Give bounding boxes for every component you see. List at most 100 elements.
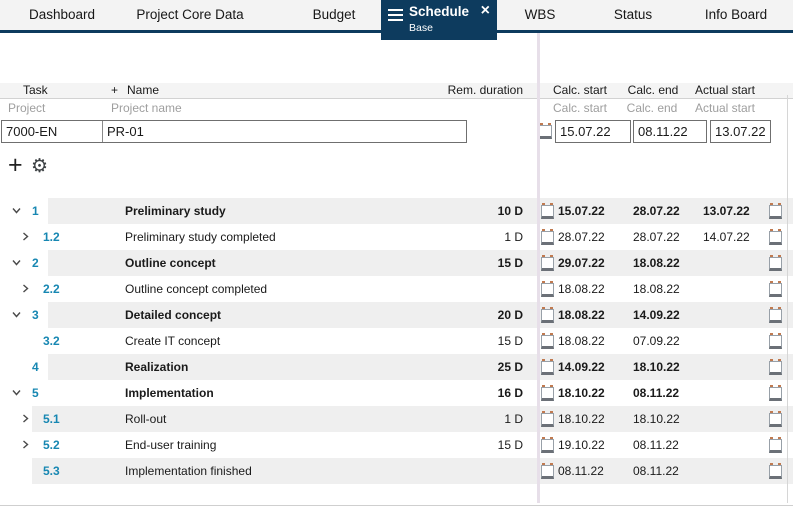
calendar-icon[interactable] [541, 281, 554, 297]
task-row[interactable]: 1 Preliminary study 10 D 15.07.22 28.07.22 13… [0, 198, 793, 224]
chevron-down-icon[interactable] [11, 205, 22, 217]
calendar-icon[interactable] [541, 359, 554, 375]
col-header-rem-duration[interactable]: Rem. duration [430, 83, 523, 98]
calc-start-date: 14.09.22 [558, 360, 605, 374]
task-row[interactable]: 5.1 Roll-out 1 D 18.10.22 18.10.22 [0, 406, 793, 432]
calendar-icon[interactable] [769, 437, 782, 453]
chevron-right-icon[interactable] [20, 439, 31, 451]
project-id-input[interactable] [2, 121, 103, 142]
task-name[interactable]: Preliminary study completed [125, 224, 276, 250]
task-name[interactable]: Realization [125, 354, 188, 380]
calendar-icon[interactable] [541, 463, 554, 479]
add-task-button[interactable]: + [8, 153, 23, 178]
calendar-icon[interactable] [769, 203, 782, 219]
task-row[interactable]: 3.2 Create IT concept 15 D 18.08.22 07.09.22 [0, 328, 793, 354]
calendar-icon[interactable] [769, 359, 782, 375]
col-header-actual-start[interactable]: Actual start [695, 83, 755, 98]
calendar-icon[interactable] [769, 333, 782, 349]
close-icon[interactable]: × [481, 3, 490, 19]
task-number[interactable]: 3 [32, 302, 39, 328]
calendar-icon[interactable] [541, 203, 554, 219]
task-row[interactable]: 5.3 Implementation finished 08.11.22 08.11.… [0, 458, 793, 484]
chevron-right-icon[interactable] [20, 413, 31, 425]
task-row[interactable]: 4 Realization 25 D 14.09.22 18.10.22 [0, 354, 793, 380]
task-name[interactable]: Create IT concept [125, 328, 220, 354]
tab-wbs[interactable]: WBS [525, 0, 556, 30]
calendar-icon[interactable] [769, 385, 782, 401]
tab-project-core-data[interactable]: Project Core Data [136, 0, 243, 30]
calendar-icon[interactable] [541, 255, 554, 271]
task-row[interactable]: 1.2 Preliminary study completed 1 D 28.07.2… [0, 224, 793, 250]
calc-end-filter-input[interactable] [633, 120, 707, 143]
project-filter-box [1, 120, 467, 143]
task-number[interactable]: 4 [32, 354, 39, 380]
task-duration: 10 D [497, 204, 523, 218]
task-number[interactable]: 5.1 [43, 406, 60, 432]
calendar-icon[interactable] [541, 229, 554, 245]
calc-start-date: 28.07.22 [558, 230, 605, 244]
task-name[interactable]: Implementation finished [125, 458, 252, 484]
project-name-input[interactable] [103, 121, 466, 142]
add-column-icon[interactable]: + [111, 83, 118, 98]
task-name[interactable]: Outline concept completed [125, 276, 267, 302]
col-header-task[interactable]: Task [23, 83, 48, 98]
task-row[interactable]: 2.2 Outline concept completed 18.08.22 18.0… [0, 276, 793, 302]
task-name[interactable]: Preliminary study [125, 198, 226, 224]
task-number[interactable]: 1 [32, 198, 39, 224]
calc-end-date: 08.11.22 [633, 386, 680, 400]
hamburger-icon[interactable] [388, 9, 403, 21]
task-number[interactable]: 5.2 [43, 432, 60, 458]
calendar-icon[interactable] [769, 463, 782, 479]
pane-splitter[interactable] [537, 33, 540, 503]
calc-end-date: 08.11.22 [633, 464, 679, 478]
task-number[interactable]: 2.2 [43, 276, 60, 302]
col-header-calc-start[interactable]: Calc. start [553, 83, 607, 98]
task-row[interactable]: 5.2 End-user training 15 D 19.10.22 08.11.22 [0, 432, 793, 458]
task-name[interactable]: End-user training [125, 432, 216, 458]
calendar-icon[interactable] [769, 255, 782, 271]
task-number[interactable]: 3.2 [43, 328, 60, 354]
calendar-icon[interactable] [769, 307, 782, 323]
task-name[interactable]: Detailed concept [125, 302, 221, 328]
task-row[interactable]: 3 Detailed concept 20 D 18.08.22 14.09.22 [0, 302, 793, 328]
chevron-right-icon[interactable] [20, 231, 31, 243]
task-number[interactable]: 5 [32, 380, 39, 406]
tab-status[interactable]: Status [614, 0, 652, 30]
chevron-down-icon[interactable] [11, 309, 22, 321]
calendar-icon[interactable] [541, 385, 554, 401]
task-row[interactable]: 5 Implementation 16 D 18.10.22 08.11.22 [0, 380, 793, 406]
col-header-calc-end[interactable]: Calc. end [628, 83, 679, 98]
calendar-icon[interactable] [541, 307, 554, 323]
task-number[interactable]: 5.3 [43, 458, 60, 484]
calendar-icon[interactable] [769, 281, 782, 297]
tab-dashboard[interactable]: Dashboard [29, 0, 95, 30]
task-duration: 15 D [497, 438, 523, 452]
task-name[interactable]: Roll-out [125, 406, 166, 432]
task-name[interactable]: Implementation [125, 380, 214, 406]
bottom-border [0, 505, 793, 506]
calendar-icon[interactable] [769, 411, 782, 427]
calendar-icon[interactable] [769, 229, 782, 245]
chevron-down-icon[interactable] [11, 257, 22, 269]
chevron-down-icon[interactable] [11, 387, 22, 399]
tab-subtitle: Base [409, 22, 433, 34]
actual-start-filter-input[interactable] [710, 120, 771, 143]
calc-end-date: 28.07.22 [633, 230, 680, 244]
calendar-icon[interactable] [541, 411, 554, 427]
calendar-icon[interactable] [539, 123, 552, 139]
tab-budget[interactable]: Budget [313, 0, 356, 30]
task-row[interactable]: 2 Outline concept 15 D 29.07.22 18.08.22 [0, 250, 793, 276]
filter-label-calc-end: Calc. end [626, 101, 678, 115]
tab-schedule[interactable]: Schedule × Base [381, 0, 497, 40]
task-name[interactable]: Outline concept [125, 250, 216, 276]
chevron-right-icon[interactable] [20, 283, 31, 295]
calendar-icon[interactable] [541, 437, 554, 453]
gear-icon[interactable]: ⚙ [31, 156, 48, 176]
col-header-name[interactable]: Name [127, 83, 159, 98]
calendar-icon[interactable] [541, 333, 554, 349]
task-number[interactable]: 1.2 [43, 224, 60, 250]
tab-info-board[interactable]: Info Board [705, 0, 767, 30]
actual-start-date: 14.07.22 [703, 230, 750, 244]
task-number[interactable]: 2 [32, 250, 39, 276]
calc-start-filter-input[interactable] [555, 120, 631, 143]
